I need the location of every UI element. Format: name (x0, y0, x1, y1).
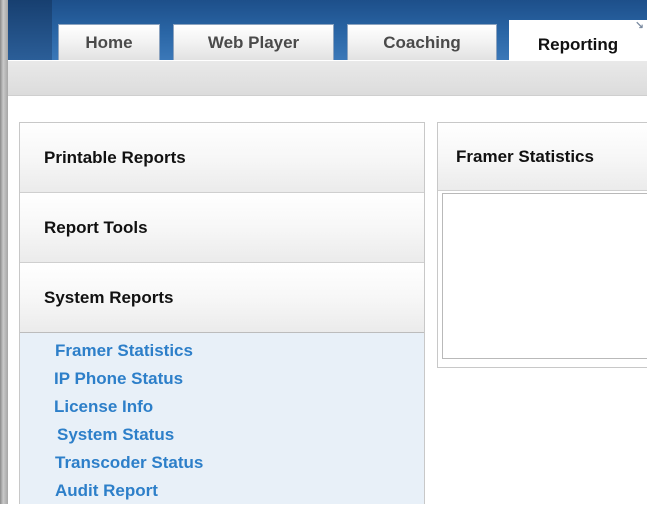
toolbar-strip (8, 61, 647, 96)
section-label: System Reports (44, 287, 174, 307)
link-license-info[interactable]: License Info (20, 393, 424, 421)
reports-accordion: Printable Reports Report Tools System Re… (19, 122, 425, 504)
tab-home-label: Home (85, 32, 133, 52)
tab-coaching[interactable]: Coaching (347, 24, 497, 60)
section-label: Report Tools (44, 217, 148, 237)
tab-web-player-label: Web Player (207, 32, 300, 52)
section-label: Printable Reports (44, 147, 186, 167)
section-report-tools[interactable]: Report Tools (20, 193, 424, 263)
report-content-area (442, 193, 647, 359)
section-system-reports[interactable]: System Reports (20, 263, 424, 333)
report-panel-header: Framer Statistics (438, 123, 647, 191)
report-panel-title: Framer Statistics (456, 146, 594, 166)
tab-reporting[interactable]: Reporting ↘ (509, 20, 647, 62)
tab-corner-icon: ↘ (634, 20, 644, 32)
link-transcoder-status[interactable]: Transcoder Status (20, 449, 424, 477)
system-reports-list: Framer Statistics IP Phone Status Licens… (20, 333, 424, 504)
window-frame-left (0, 0, 8, 504)
tab-coaching-label: Coaching (383, 32, 461, 52)
section-printable-reports[interactable]: Printable Reports (20, 123, 424, 193)
header-corner (8, 0, 52, 60)
link-ip-phone-status[interactable]: IP Phone Status (20, 365, 424, 393)
link-framer-statistics[interactable]: Framer Statistics (20, 337, 424, 365)
report-panel: Framer Statistics (437, 122, 647, 368)
tab-web-player[interactable]: Web Player (173, 24, 334, 60)
tab-reporting-label: Reporting (537, 34, 619, 54)
tab-home[interactable]: Home (58, 24, 160, 60)
link-audit-report[interactable]: Audit Report (20, 477, 424, 505)
link-system-status[interactable]: System Status (20, 421, 424, 449)
